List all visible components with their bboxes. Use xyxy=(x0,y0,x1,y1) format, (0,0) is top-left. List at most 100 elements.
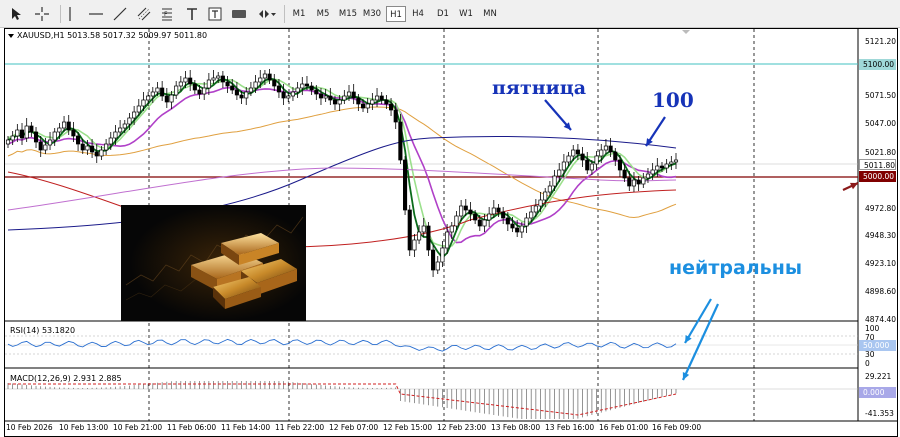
candle xyxy=(370,99,375,105)
price-box-5100: 5100.00 xyxy=(859,59,896,70)
candle xyxy=(561,161,566,171)
rsi-line xyxy=(7,338,677,352)
candle xyxy=(571,149,576,157)
candle xyxy=(155,87,160,93)
candle xyxy=(19,129,25,139)
candle xyxy=(5,139,11,145)
candle xyxy=(323,95,328,99)
candle xyxy=(589,163,594,171)
macd-value-box: 0.000 xyxy=(859,387,896,398)
candle xyxy=(566,155,571,163)
candle xyxy=(141,99,146,107)
candle xyxy=(258,77,263,83)
candle xyxy=(505,217,510,225)
candle xyxy=(360,103,366,109)
candle xyxy=(202,87,207,95)
candle xyxy=(669,161,674,165)
candle xyxy=(108,137,113,145)
candle xyxy=(76,135,81,145)
candle xyxy=(281,91,286,99)
candle xyxy=(421,225,426,233)
candle xyxy=(132,111,137,119)
candle xyxy=(374,95,380,101)
candle xyxy=(290,91,296,97)
rsi-label: RSI(14) 53.1820 xyxy=(10,326,76,335)
candle xyxy=(435,261,440,271)
candle xyxy=(356,97,361,105)
candle xyxy=(533,205,538,213)
candle xyxy=(454,215,459,227)
candle xyxy=(659,165,665,169)
candle xyxy=(174,85,179,96)
candle xyxy=(118,127,123,133)
candle xyxy=(501,211,506,219)
price-tick: 4948.30 xyxy=(865,231,897,240)
macd-signal-line xyxy=(8,383,677,416)
time-tick: 16 Feb 09:00 xyxy=(652,423,702,432)
candle xyxy=(585,159,590,171)
candle xyxy=(631,179,637,187)
candle xyxy=(234,89,239,96)
price-box-5000: 5000.00 xyxy=(859,171,896,182)
candle xyxy=(15,129,20,137)
time-tick: 13 Feb 08:00 xyxy=(491,423,541,432)
macd-tick: -41.353 xyxy=(865,409,894,418)
candle xyxy=(603,145,608,151)
candle xyxy=(398,121,403,161)
candle xyxy=(388,103,394,111)
candle xyxy=(351,91,356,99)
chart-menu-triangle-icon[interactable] xyxy=(8,33,14,38)
macd-tick: 29.221 xyxy=(865,372,892,381)
candle xyxy=(365,103,370,109)
scroll-marker-icon xyxy=(682,30,690,34)
ma-violet-line xyxy=(7,86,677,244)
macd-label: MACD(12,26,9) 2.931 2.885 xyxy=(10,374,122,383)
rsi-value-box: 50.000 xyxy=(859,340,896,351)
candle xyxy=(150,91,155,97)
time-tick: 10 Feb 2026 xyxy=(6,423,53,432)
candle xyxy=(622,169,627,179)
candle xyxy=(122,123,127,129)
candle xyxy=(29,125,34,133)
price-tick: 5071.50 xyxy=(865,91,897,100)
candle xyxy=(519,225,524,233)
price-tick: 5121.20 xyxy=(865,37,897,46)
candle xyxy=(160,87,165,97)
candle xyxy=(459,205,464,217)
price-tick: 4898.60 xyxy=(865,287,897,296)
time-tick: 12 Feb 15:00 xyxy=(383,423,433,432)
candle xyxy=(178,81,183,87)
candle xyxy=(318,93,324,99)
candle xyxy=(272,79,277,87)
candle xyxy=(543,191,548,201)
candle xyxy=(99,149,104,157)
symbol-info: XAUUSD,H1 5013.58 5017.32 5009.97 5011.8… xyxy=(8,31,207,40)
candle xyxy=(426,225,431,251)
rsi-tick: 30 xyxy=(865,350,875,359)
candle xyxy=(417,231,422,241)
candle xyxy=(463,205,468,211)
candle xyxy=(538,199,543,207)
candle xyxy=(248,87,253,93)
candle xyxy=(206,79,211,89)
candle xyxy=(557,169,562,177)
time-tick: 11 Feb 06:00 xyxy=(167,423,217,432)
candle xyxy=(146,95,151,101)
candle xyxy=(239,94,244,99)
price-tick: 5021.80 xyxy=(865,148,897,157)
candle xyxy=(328,95,333,101)
candle xyxy=(449,225,454,233)
candle xyxy=(230,85,235,91)
rsi-tick: 100 xyxy=(865,324,880,333)
candle xyxy=(220,75,225,83)
candle xyxy=(580,153,585,161)
price-tick: 5047.00 xyxy=(865,119,897,128)
candle xyxy=(216,75,221,79)
price-tick: 4923.10 xyxy=(865,259,897,268)
candle xyxy=(57,127,62,133)
ma-red-line xyxy=(7,171,677,248)
candle xyxy=(295,87,300,93)
candle xyxy=(337,99,342,105)
candle xyxy=(617,159,622,171)
candle xyxy=(529,211,534,219)
